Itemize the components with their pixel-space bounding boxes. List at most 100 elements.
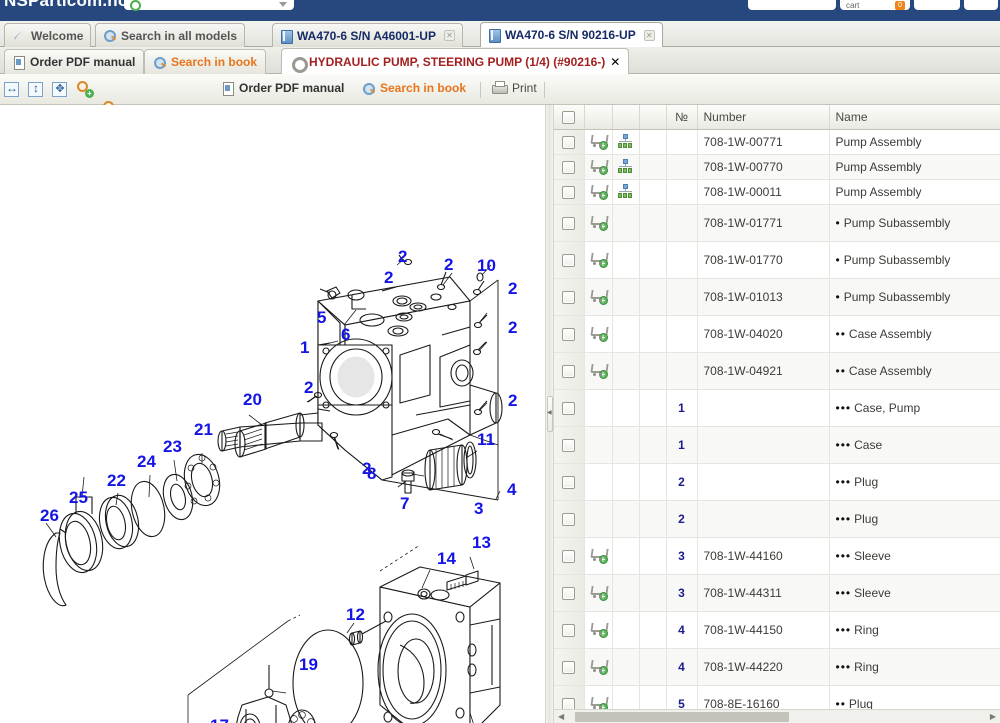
toolbar-print-button[interactable]: Print [491, 81, 537, 95]
row-assembly-tree-cell[interactable] [612, 179, 639, 204]
row-part-name[interactable]: Pump Assembly [829, 129, 1000, 154]
row-checkbox[interactable] [562, 513, 575, 526]
assembly-tree-icon[interactable] [617, 184, 634, 199]
tab-welcome[interactable]: Welcome [4, 23, 91, 47]
row-checkbox-cell[interactable] [554, 463, 584, 500]
row-assembly-tree-cell[interactable] [612, 154, 639, 179]
row-part-number[interactable]: 708-1W-01770 [697, 241, 829, 278]
row-checkbox[interactable] [562, 328, 575, 341]
row-checkbox[interactable] [562, 254, 575, 267]
fit-height-icon[interactable] [26, 80, 46, 100]
tab-model-90216[interactable]: WA470-6 S/N 90216-UP ✕ [480, 22, 663, 47]
row-checkbox[interactable] [562, 550, 575, 563]
table-row[interactable]: +708-1W-04020••Case Assembly [554, 315, 1000, 352]
row-checkbox[interactable] [562, 402, 575, 415]
row-checkbox[interactable] [562, 136, 575, 149]
row-checkbox[interactable] [562, 624, 575, 637]
row-checkbox[interactable] [562, 439, 575, 452]
table-row[interactable]: +708-1W-04921••Case Assembly [554, 352, 1000, 389]
row-checkbox[interactable] [562, 217, 575, 230]
select-all-checkbox[interactable] [562, 111, 575, 124]
row-part-name[interactable]: Pump Assembly [829, 179, 1000, 204]
table-row[interactable]: 1•••Case [554, 426, 1000, 463]
toolbar-order-pdf-manual[interactable]: Order PDF manual [222, 81, 344, 95]
row-checkbox-cell[interactable] [554, 426, 584, 463]
tab-model-a46001-close-icon[interactable]: ✕ [444, 30, 455, 41]
row-checkbox-cell[interactable] [554, 611, 584, 648]
add-to-cart-icon[interactable]: + [590, 184, 607, 199]
number-index-column-header[interactable]: № [666, 105, 697, 129]
row-checkbox-cell[interactable] [554, 278, 584, 315]
row-part-number[interactable] [697, 426, 829, 463]
toolbar-search-in-book[interactable]: Search in book [362, 81, 466, 95]
subtab-hydraulic-pump[interactable]: HYDRAULIC PUMP, STEERING PUMP (1/4) (#90… [281, 48, 629, 74]
part-name-column-header[interactable]: Name [829, 105, 1000, 129]
menu-button[interactable] [964, 0, 998, 10]
row-checkbox-cell[interactable] [554, 179, 584, 204]
table-row[interactable]: +708-1W-00011Pump Assembly [554, 179, 1000, 204]
row-add-to-cart-cell[interactable]: + [584, 611, 612, 648]
row-add-to-cart-cell[interactable]: + [584, 154, 612, 179]
table-row[interactable]: +708-1W-01013•Pump Subassembly [554, 278, 1000, 315]
tab-model-a46001[interactable]: WA470-6 S/N A46001-UP ✕ [272, 23, 463, 47]
add-to-cart-icon[interactable]: + [590, 289, 607, 304]
table-row[interactable]: +4708-1W-44220•••Ring [554, 648, 1000, 685]
row-add-to-cart-cell[interactable]: + [584, 129, 612, 154]
table-row[interactable]: 2•••Plug [554, 463, 1000, 500]
scroll-left-arrow-icon[interactable]: ◀ [558, 712, 564, 721]
row-part-number[interactable]: 708-1W-00770 [697, 154, 829, 179]
row-checkbox-cell[interactable] [554, 648, 584, 685]
row-part-name[interactable]: ••Case Assembly [829, 352, 1000, 389]
row-part-name[interactable]: •••Ring [829, 611, 1000, 648]
add-to-cart-icon[interactable]: + [590, 585, 607, 600]
row-part-number[interactable]: 708-1W-01013 [697, 278, 829, 315]
help-button[interactable] [914, 0, 960, 10]
row-part-name[interactable]: •••Case [829, 426, 1000, 463]
row-part-number[interactable]: 708-1W-44311 [697, 574, 829, 611]
row-part-name[interactable]: •••Sleeve [829, 574, 1000, 611]
row-checkbox-cell[interactable] [554, 574, 584, 611]
add-to-cart-icon[interactable]: + [590, 622, 607, 637]
account-button[interactable] [748, 0, 836, 10]
row-checkbox-cell[interactable] [554, 315, 584, 352]
row-part-name[interactable]: •••Ring [829, 648, 1000, 685]
row-checkbox-cell[interactable] [554, 154, 584, 179]
row-part-name[interactable]: •••Case, Pump [829, 389, 1000, 426]
row-assembly-tree-cell[interactable] [612, 129, 639, 154]
row-checkbox-cell[interactable] [554, 204, 584, 241]
row-checkbox-cell[interactable] [554, 500, 584, 537]
table-row[interactable]: +708-1W-00770Pump Assembly [554, 154, 1000, 179]
row-checkbox-cell[interactable] [554, 389, 584, 426]
row-part-number[interactable]: 708-1W-04020 [697, 315, 829, 352]
tab-search-all-models[interactable]: Search in all models [95, 23, 245, 47]
scroll-right-arrow-icon[interactable]: ▶ [990, 712, 996, 721]
row-add-to-cart-cell[interactable]: + [584, 179, 612, 204]
assembly-tree-icon[interactable] [617, 159, 634, 174]
subtab-hydraulic-pump-close-icon[interactable]: ✕ [610, 55, 620, 69]
table-row[interactable]: +4708-1W-44150•••Ring [554, 611, 1000, 648]
row-part-number[interactable]: 708-1W-00011 [697, 179, 829, 204]
row-part-name[interactable]: •••Plug [829, 463, 1000, 500]
fit-width-icon[interactable] [2, 80, 22, 100]
row-checkbox-cell[interactable] [554, 241, 584, 278]
row-checkbox[interactable] [562, 291, 575, 304]
table-row[interactable]: +708-1W-00771Pump Assembly [554, 129, 1000, 154]
table-row[interactable]: +3708-1W-44160•••Sleeve [554, 537, 1000, 574]
global-search-input[interactable] [124, 0, 294, 10]
row-add-to-cart-cell[interactable]: + [584, 241, 612, 278]
row-checkbox[interactable] [562, 587, 575, 600]
row-part-number[interactable]: 708-1W-44150 [697, 611, 829, 648]
part-number-column-header[interactable]: Number [697, 105, 829, 129]
row-checkbox[interactable] [562, 661, 575, 674]
table-row[interactable]: +708-1W-01771•Pump Subassembly [554, 204, 1000, 241]
scrollbar-thumb[interactable] [575, 712, 789, 722]
parts-diagram-viewer[interactable]: 1 2 2 2 2 2 2 2 2 3 4 5 6 7 8 9 10 11 12… [0, 105, 545, 723]
parts-list-pane[interactable]: № Number Name +708-1W-00771Pump Assembly… [554, 105, 1000, 723]
row-part-number[interactable]: 708-1W-44220 [697, 648, 829, 685]
table-row[interactable]: +3708-1W-44311•••Sleeve [554, 574, 1000, 611]
subtab-search-in-book[interactable]: Search in book [144, 49, 266, 74]
row-part-number[interactable]: 708-1W-00771 [697, 129, 829, 154]
cart-button[interactable]: cart 0 [840, 0, 910, 10]
row-part-name[interactable]: •••Plug [829, 500, 1000, 537]
row-add-to-cart-cell[interactable]: + [584, 204, 612, 241]
